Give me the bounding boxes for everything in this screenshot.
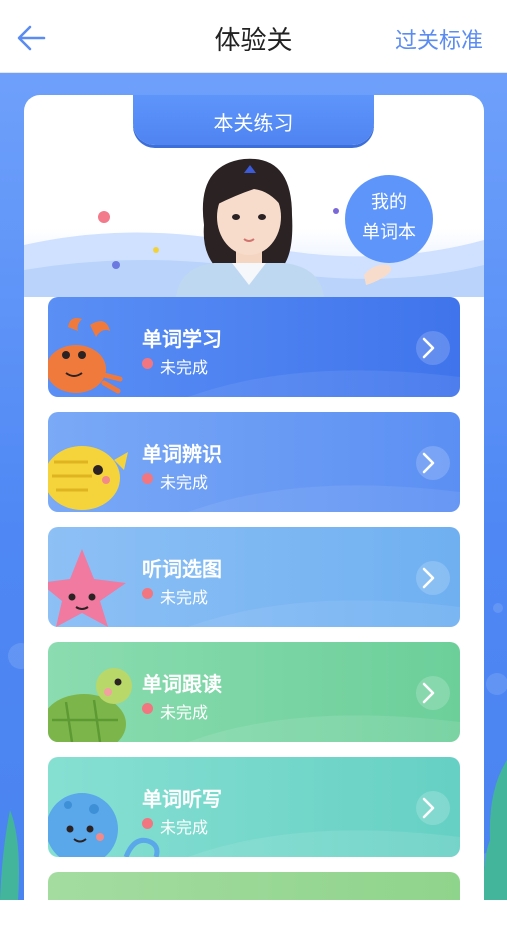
chevron-right-icon [422, 337, 435, 359]
top-bar: 体验关 过关标准 [0, 0, 507, 73]
wordbook-line2: 单词本 [362, 222, 416, 243]
practice-item-status: 未完成 [160, 473, 209, 492]
fish-icon [48, 446, 128, 510]
crab-icon [48, 318, 123, 394]
my-wordbook-button[interactable]: 我的 单词本 [345, 175, 433, 263]
practice-item-status: 未完成 [160, 588, 209, 607]
starfish-icon [48, 549, 126, 627]
practice-item-listen-choose-picture[interactable]: 听词选图 未完成 [48, 527, 460, 627]
status-dot [142, 818, 153, 829]
practice-item-label: 听词选图 [142, 557, 222, 581]
chevron-right-icon [422, 567, 435, 589]
practice-item-status: 未完成 [160, 818, 209, 837]
practice-item-label: 单词学习 [142, 327, 222, 351]
tab-current-practice[interactable]: 本关练习 [133, 95, 374, 145]
chevron-right-icon [422, 682, 435, 704]
wordbook-line1: 我的 [371, 192, 407, 213]
chevron-right-icon [422, 797, 435, 819]
status-dot [142, 703, 153, 714]
practice-item-word-dictation[interactable]: 单词听写 未完成 [48, 757, 460, 857]
practice-item-next-partial[interactable] [48, 872, 460, 900]
turtle-icon [48, 668, 132, 742]
practice-item-status: 未完成 [160, 703, 209, 722]
status-dot [142, 588, 153, 599]
practice-item-status: 未完成 [160, 358, 209, 377]
tab-label: 本关练习 [213, 111, 294, 135]
chevron-right-icon [422, 452, 435, 474]
status-dot [142, 358, 153, 369]
practice-item-label: 单词听写 [142, 787, 222, 811]
practice-item-word-recognition[interactable]: 单词辨识 未完成 [48, 412, 460, 512]
status-dot [142, 473, 153, 484]
practice-item-label: 单词辨识 [142, 442, 222, 466]
practice-item-label: 单词跟读 [142, 672, 222, 696]
pass-criteria-link[interactable]: 过关标准 [395, 23, 483, 55]
practice-item-word-learning[interactable]: 单词学习 未完成 [48, 297, 460, 397]
practice-item-word-read-along[interactable]: 单词跟读 未完成 [48, 642, 460, 742]
